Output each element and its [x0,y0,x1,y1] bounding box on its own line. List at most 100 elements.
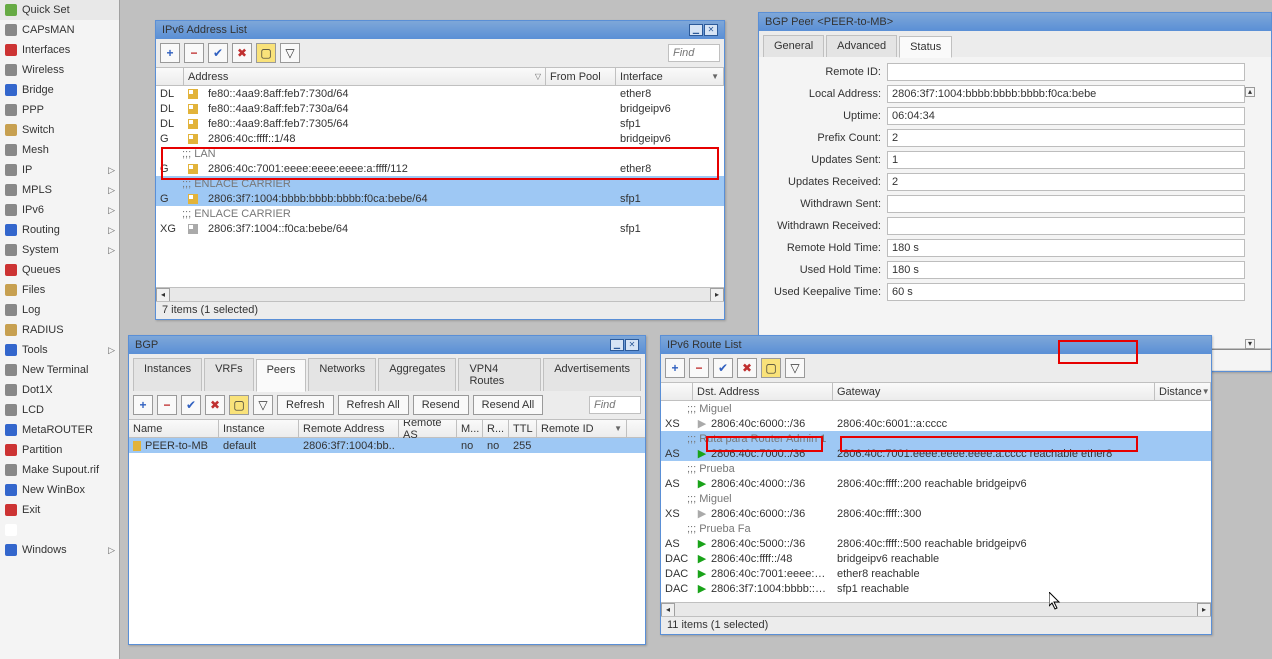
sidebar-item-radius[interactable]: RADIUS [0,320,119,340]
col-instance[interactable]: Instance [219,420,299,437]
tab-aggregates[interactable]: Aggregates [378,358,456,391]
sidebar-item-routing[interactable]: Routing▷ [0,220,119,240]
window-title-bar[interactable]: IPv6 Route List [661,336,1211,354]
field-value[interactable] [887,195,1245,213]
sidebar-item-ppp[interactable]: PPP [0,100,119,120]
sidebar-item-partition[interactable]: Partition [0,440,119,460]
table-row[interactable]: ;;; ENLACE CARRIER [156,206,724,221]
sidebar-item-queues[interactable]: Queues [0,260,119,280]
window-title-bar[interactable]: BGP ▁ ✕ [129,336,645,354]
find-input[interactable] [589,396,641,414]
disable-button[interactable]: ✖ [232,43,252,63]
close-icon[interactable]: ✕ [704,24,718,36]
col-ttl[interactable]: TTL [509,420,537,437]
table-row[interactable]: DAC ▶ 2806:40c:7001:eeee:eee.. ether8 re… [661,566,1211,581]
table-row[interactable]: AS ▶ 2806:40c:4000::/36 2806:40c:ffff::2… [661,476,1211,491]
table-row[interactable]: AS ▶ 2806:40c:7000::/36 2806:40c:7001:ee… [661,446,1211,461]
window-title-bar[interactable]: IPv6 Address List ▁ ✕ [156,21,724,39]
comment-button[interactable]: ▢ [761,358,781,378]
enable-button[interactable]: ✔ [208,43,228,63]
table-row[interactable]: PEER-to-MB default 2806:3f7:1004:bb.. no… [129,438,645,453]
minimize-icon[interactable]: ▁ [689,24,703,36]
tab-advertisements[interactable]: Advertisements [543,358,641,391]
sidebar-item-log[interactable]: Log [0,300,119,320]
add-button[interactable]: + [133,395,153,415]
sidebar-item-interfaces[interactable]: Interfaces [0,40,119,60]
remove-button[interactable]: − [157,395,177,415]
table-row[interactable]: DL fe80::4aa9:8aff:feb7:730d/64 ether8 [156,86,724,101]
window-title-bar[interactable]: BGP Peer <PEER-to-MB> [759,13,1271,31]
table-row[interactable]: ;;; ENLACE CARRIER [156,176,724,191]
resend-all-button[interactable]: Resend All [473,395,544,415]
table-row[interactable]: ;;; Prueba [661,461,1211,476]
sidebar-item-windows[interactable]: Windows▷ [0,540,119,560]
scroll-left-icon[interactable]: ◂ [156,288,170,302]
col-frompool[interactable]: From Pool [546,68,616,85]
field-value[interactable] [887,173,1245,191]
sidebar-item-metarouter[interactable]: MetaROUTER [0,420,119,440]
col-remote-id[interactable]: Remote ID▼ [537,420,627,437]
sidebar-item-new-winbox[interactable]: New WinBox [0,480,119,500]
table-row[interactable]: ;;; Prueba Fa [661,521,1211,536]
col-interface[interactable]: Interface▼ [616,68,724,85]
sidebar-item-quick-set[interactable]: Quick Set [0,0,119,20]
col-distance[interactable]: Distance▼ [1155,383,1211,400]
field-value[interactable] [887,261,1245,279]
table-row[interactable]: DL fe80::4aa9:8aff:feb7:730a/64 bridgeip… [156,101,724,116]
scroll-up-icon[interactable]: ▴ [1245,87,1255,97]
add-button[interactable]: + [160,43,180,63]
col-r-[interactable]: R... [483,420,509,437]
enable-button[interactable]: ✔ [713,358,733,378]
comment-button[interactable]: ▢ [229,395,249,415]
field-value[interactable] [887,217,1245,235]
refresh-button[interactable]: Refresh [277,395,334,415]
col-remote-address[interactable]: Remote Address [299,420,399,437]
sidebar-item-files[interactable]: Files [0,280,119,300]
table-row[interactable]: DAC ▶ 2806:40c:ffff::/48 bridgeipv6 reac… [661,551,1211,566]
sidebar-item-bridge[interactable]: Bridge [0,80,119,100]
col-address[interactable]: Address▽ [184,68,546,85]
close-icon[interactable]: ✕ [625,339,639,351]
enable-button[interactable]: ✔ [181,395,201,415]
field-value[interactable] [887,129,1245,147]
sidebar-item-mpls[interactable]: MPLS▷ [0,180,119,200]
sidebar-item-ipv6[interactable]: IPv6▷ [0,200,119,220]
scroll-right-icon[interactable]: ▸ [710,288,724,302]
field-value[interactable] [887,239,1245,257]
scroll-down-icon[interactable]: ▾ [1245,339,1255,349]
sidebar-item-lcd[interactable]: LCD [0,400,119,420]
col-remote-as[interactable]: Remote AS [399,420,457,437]
table-row[interactable]: XS ▶ 2806:40c:6000::/36 2806:40c:ffff::3… [661,506,1211,521]
table-row[interactable]: ;;; Miguel [661,401,1211,416]
add-button[interactable]: + [665,358,685,378]
table-row[interactable]: AS ▶ 2806:40c:5000::/36 2806:40c:ffff::5… [661,536,1211,551]
remove-button[interactable]: − [184,43,204,63]
table-row[interactable]: ;;; Miguel [661,491,1211,506]
tab-peers[interactable]: Peers [256,359,307,392]
tab-advanced[interactable]: Advanced [826,35,897,57]
scroll-left-icon[interactable]: ◂ [661,603,675,617]
table-row[interactable]: G 2806:40c:7001:eeee:eeee:eeee:a:ffff/11… [156,161,724,176]
scroll-right-icon[interactable]: ▸ [1197,603,1211,617]
tab-general[interactable]: General [763,35,824,57]
col-m-[interactable]: M... [457,420,483,437]
tab-status[interactable]: Status [899,36,952,58]
tab-networks[interactable]: Networks [308,358,376,391]
sidebar-item-switch[interactable]: Switch [0,120,119,140]
sidebar-item-ip[interactable]: IP▷ [0,160,119,180]
filter-button[interactable]: ▽ [785,358,805,378]
sidebar-item-wireless[interactable]: Wireless [0,60,119,80]
field-value[interactable] [887,63,1245,81]
table-row[interactable]: DL fe80::4aa9:8aff:feb7:7305/64 sfp1 [156,116,724,131]
table-row[interactable]: DAC ▶ 2806:3f7:1004:bbbb::/64 sfp1 reach… [661,581,1211,596]
remove-button[interactable]: − [689,358,709,378]
col-gw[interactable]: Gateway [833,383,1155,400]
tab-vrfs[interactable]: VRFs [204,358,254,391]
field-value[interactable] [887,85,1245,103]
field-value[interactable] [887,151,1245,169]
sidebar-item-system[interactable]: System▷ [0,240,119,260]
minimize-icon[interactable]: ▁ [610,339,624,351]
disable-button[interactable]: ✖ [205,395,225,415]
resend-button[interactable]: Resend [413,395,469,415]
filter-button[interactable]: ▽ [280,43,300,63]
